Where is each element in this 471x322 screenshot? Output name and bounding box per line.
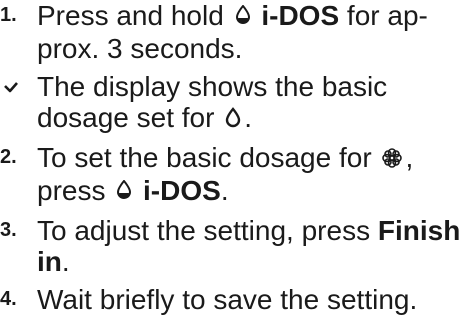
step-1: 1. Press and hold i-DOS for ap- prox. 3 … <box>0 0 471 64</box>
step-number: 3. <box>0 219 17 241</box>
flower-icon <box>381 144 403 175</box>
result-check-icon <box>0 71 32 102</box>
result-text: The display shows the basic dosage set f… <box>37 71 388 135</box>
step-text: Wait briefly to save the setting. <box>37 284 418 315</box>
step-number: 2. <box>0 146 17 168</box>
result-line: The display shows the basic dosage set f… <box>0 71 471 135</box>
instruction-steps: 1. Press and hold i-DOS for ap- prox. 3 … <box>0 0 471 322</box>
step-2: 2. To set the basic dosage for , press i… <box>0 142 471 208</box>
step-3: 3. To adjust the setting, press Finish i… <box>0 215 471 277</box>
dosing-icon <box>115 177 133 208</box>
step-text: To set the basic dosage for , press i-DO… <box>37 142 414 208</box>
drop-icon <box>224 104 242 135</box>
step-text: To adjust the setting, press Finish in. <box>37 215 461 277</box>
step-number: 1. <box>0 4 17 26</box>
step-4: 4. Wait briefly to save the setting. <box>0 284 471 315</box>
dosing-icon <box>234 2 252 33</box>
step-number: 4. <box>0 288 17 310</box>
step-text: Press and hold i-DOS for ap- prox. 3 sec… <box>37 0 428 64</box>
